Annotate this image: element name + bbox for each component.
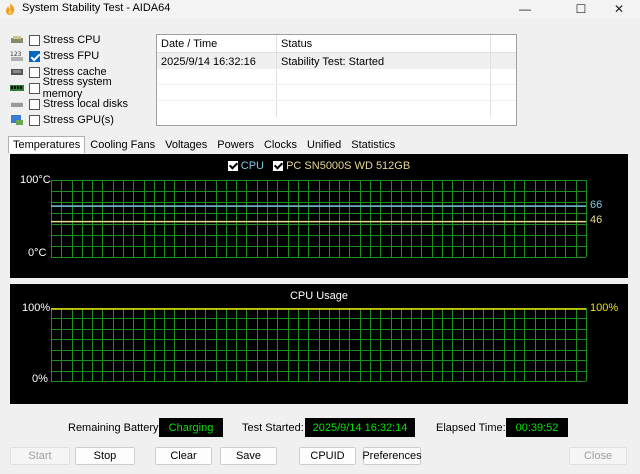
stress-cache-checkbox[interactable] <box>29 66 40 78</box>
stress-fpu-label: Stress FPU <box>43 50 100 62</box>
temp-ymin-label: 0°C <box>28 247 47 259</box>
log-cell-status: Stability Test: Started <box>277 53 491 68</box>
stress-memory-checkbox[interactable] <box>29 82 40 94</box>
log-cell-empty <box>157 101 277 117</box>
cpu-ymin-label: 0% <box>32 373 48 385</box>
legend-ssd[interactable]: PC SN5000S WD 512GB <box>273 160 410 172</box>
memory-module-icon <box>10 82 24 94</box>
cpu-chip-icon <box>10 34 24 46</box>
tab-voltages[interactable]: Voltages <box>160 136 212 153</box>
log-cell-empty <box>277 101 491 117</box>
battery-value: Charging <box>159 418 223 437</box>
tab-temperatures[interactable]: Temperatures <box>8 136 86 153</box>
tab-clocks[interactable]: Clocks <box>259 136 302 153</box>
stress-cpu-option[interactable]: Stress CPU <box>10 32 150 48</box>
log-cell-empty <box>277 85 491 100</box>
cpu-usage-grid <box>51 308 587 382</box>
cpu-temp-value: 66 <box>590 199 603 211</box>
cpu-ymax-label: 100% <box>22 302 51 314</box>
test-started-label: Test Started: <box>242 422 304 434</box>
close-button[interactable]: Close <box>569 447 627 465</box>
tab-unified[interactable]: Unified <box>302 136 346 153</box>
stress-gpu-checkbox[interactable] <box>29 114 40 126</box>
log-cell-empty <box>157 69 277 84</box>
ssd-temp-value: 46 <box>590 214 603 226</box>
legend-ssd-label: PC SN5000S WD 512GB <box>286 160 411 172</box>
stress-fpu-checkbox[interactable] <box>29 50 40 62</box>
start-button[interactable]: Start <box>10 447 70 465</box>
cpu-usage-graph: CPU Usage 100% 0% 100% <box>10 284 628 404</box>
cpu-usage-value: 100% <box>590 302 619 314</box>
log-header-row: Date / Time Status <box>157 35 516 53</box>
save-button[interactable]: Save <box>220 447 277 465</box>
aida64-flame-icon <box>6 3 15 15</box>
stress-gpu-option[interactable]: Stress GPU(s) <box>10 112 150 128</box>
stress-cpu-checkbox[interactable] <box>29 34 40 46</box>
minimize-button[interactable]: — <box>502 0 548 18</box>
tab-cooling-fans[interactable]: Cooling Fans <box>85 136 160 153</box>
log-header-status[interactable]: Status <box>277 35 491 52</box>
clear-button[interactable]: Clear <box>155 447 212 465</box>
legend-cpu[interactable]: CPU <box>227 160 265 172</box>
status-log-table[interactable]: Date / Time Status 2025/9/14 16:32:16 St… <box>156 34 517 126</box>
table-row <box>157 101 516 117</box>
log-header-datetime[interactable]: Date / Time <box>157 35 277 52</box>
battery-label: Remaining Battery: <box>68 422 162 434</box>
log-cell-datetime: 2025/9/14 16:32:16 <box>157 53 277 68</box>
elapsed-time-label: Elapsed Time: <box>436 422 506 434</box>
cpuid-button[interactable]: CPUID <box>299 447 356 465</box>
legend-cpu-checkbox[interactable] <box>227 161 238 171</box>
temp-ymax-label: 100°C <box>20 174 51 186</box>
temperature-legend: CPU PC SN5000S WD 512GB <box>10 160 628 174</box>
close-window-button[interactable]: ✕ <box>596 0 640 18</box>
stress-disks-option[interactable]: Stress local disks <box>10 96 150 112</box>
stress-fpu-option[interactable]: 123 Stress FPU <box>10 48 150 64</box>
fpu-123-icon: 123 <box>10 50 24 62</box>
title-bar: System Stability Test - AIDA64 — ☐ ✕ <box>0 0 640 18</box>
cache-chip-icon <box>10 66 24 78</box>
test-started-value: 2025/9/14 16:32:14 <box>305 418 415 437</box>
preferences-button[interactable]: Preferences <box>362 447 422 465</box>
tab-powers[interactable]: Powers <box>212 136 259 153</box>
legend-ssd-checkbox[interactable] <box>273 161 284 171</box>
table-row <box>157 85 516 101</box>
graph-tabs: Temperatures Cooling Fans Voltages Power… <box>8 136 400 153</box>
table-row <box>157 69 516 85</box>
table-row[interactable]: 2025/9/14 16:32:16 Stability Test: Start… <box>157 53 516 69</box>
stress-cpu-label: Stress CPU <box>43 34 101 46</box>
window-title: System Stability Test - AIDA64 <box>22 2 171 14</box>
hard-disk-icon <box>10 98 24 110</box>
gpu-monitor-icon <box>10 114 24 126</box>
log-cell-empty <box>277 69 491 84</box>
cpu-usage-title: CPU Usage <box>289 290 349 302</box>
stress-gpu-label: Stress GPU(s) <box>43 114 114 126</box>
temperature-graph: CPU PC SN5000S WD 512GB 100°C 0°C 66 46 <box>10 154 628 278</box>
stress-disks-checkbox[interactable] <box>29 98 40 110</box>
log-cell-empty <box>157 85 277 100</box>
stress-disks-label: Stress local disks <box>43 98 128 110</box>
stress-memory-option[interactable]: Stress system memory <box>10 76 150 100</box>
temperature-grid <box>51 180 587 258</box>
tab-statistics[interactable]: Statistics <box>346 136 400 153</box>
legend-cpu-label: CPU <box>240 160 265 172</box>
stop-button[interactable]: Stop <box>75 447 135 465</box>
status-bar: Remaining Battery: Charging Test Started… <box>0 418 640 438</box>
elapsed-time-value: 00:39:52 <box>506 418 568 437</box>
svg-text:123: 123 <box>10 51 22 58</box>
